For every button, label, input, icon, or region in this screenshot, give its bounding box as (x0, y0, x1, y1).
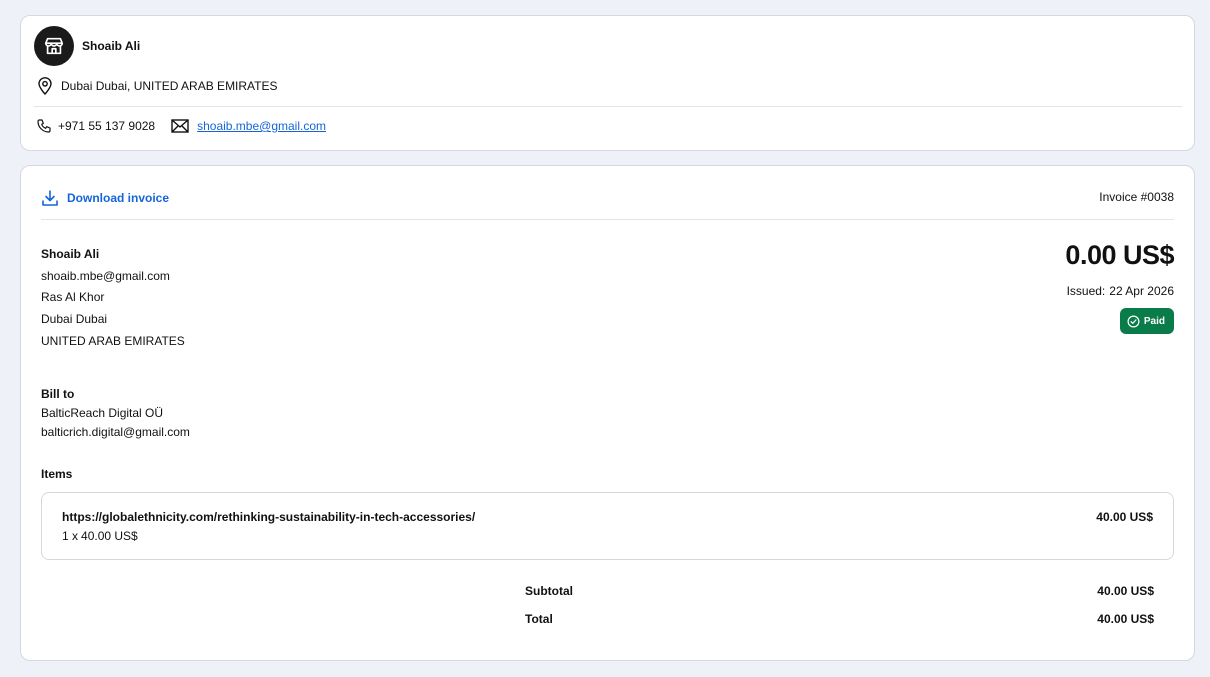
check-circle-icon (1127, 315, 1140, 327)
item-quantity: 1 x 40.00 US$ (62, 529, 138, 543)
item-unit-price: 40.00 US$ (81, 529, 138, 543)
bill-to-section: Bill to BalticReach Digital OÜ balticric… (41, 385, 190, 442)
avatar (34, 26, 74, 66)
issuer-details: Shoaib Ali shoaib.mbe@gmail.com Ras Al K… (41, 244, 185, 353)
total-row: Total 40.00 US$ (525, 612, 1154, 626)
bill-to-email: balticrich.digital@gmail.com (41, 425, 190, 439)
store-icon (44, 37, 64, 55)
issuer-city: Dubai Dubai (41, 312, 108, 327)
subtotal-row: Subtotal 40.00 US$ (525, 584, 1154, 598)
issued-date-value: 22 Apr 2026 (1109, 284, 1174, 298)
invoice-card: Download invoice Invoice #0038 Shoaib Al… (20, 165, 1195, 661)
seller-name: Shoaib Ali (82, 39, 141, 53)
seller-phone: +971 55 137 9028 (58, 119, 156, 133)
issuer-country: UNITED ARAB EMIRATES (41, 333, 185, 348)
seller-profile-card: Shoaib Ali Dubai Dubai, UNITED ARAB EMIR… (20, 15, 1195, 151)
status-badge: Paid (1119, 308, 1174, 334)
total-value: 40.00 US$ (1097, 612, 1154, 626)
subtotal-value: 40.00 US$ (1097, 584, 1154, 598)
seller-contact-row: +971 55 137 9028 shoaib.mbe@gmail.com (36, 118, 326, 134)
phone-icon (37, 119, 51, 133)
issued-label: Issued: (1066, 284, 1106, 298)
download-icon (42, 190, 58, 206)
issuer-email: shoaib.mbe@gmail.com (41, 268, 170, 283)
bill-to-name: BalticReach Digital OÜ (41, 406, 164, 420)
mail-icon (171, 119, 189, 133)
list-item: https://globalethnicity.com/rethinking-s… (41, 492, 1174, 560)
divider (41, 219, 1174, 220)
item-total: 40.00 US$ (1096, 510, 1153, 524)
issuer-name: Shoaib Ali (41, 247, 100, 261)
total-label: Total (525, 612, 553, 626)
location-pin-icon (38, 77, 52, 95)
seller-location-text: Dubai Dubai, UNITED ARAB EMIRATES (61, 79, 278, 93)
status-text: Paid (1143, 315, 1165, 327)
download-invoice-button[interactable]: Download invoice (41, 189, 169, 207)
download-invoice-label: Download invoice (67, 191, 170, 205)
invoice-number: Invoice #0038 (1099, 190, 1174, 204)
issuer-address: Ras Al Khor (41, 290, 105, 305)
invoice-amount: 0.00 US$ (1065, 240, 1174, 270)
seller-email-link[interactable]: shoaib.mbe@gmail.com (197, 119, 326, 133)
issued-date: Issued: 22 Apr 2026 (1067, 284, 1174, 298)
item-title: https://globalethnicity.com/rethinking-s… (62, 510, 476, 524)
seller-location: Dubai Dubai, UNITED ARAB EMIRATES (37, 77, 278, 95)
bill-to-label: Bill to (41, 387, 75, 401)
items-label: Items (41, 467, 73, 481)
divider (34, 106, 1182, 107)
item-quantity-count: 1 x (62, 529, 79, 543)
subtotal-label: Subtotal (525, 584, 573, 598)
